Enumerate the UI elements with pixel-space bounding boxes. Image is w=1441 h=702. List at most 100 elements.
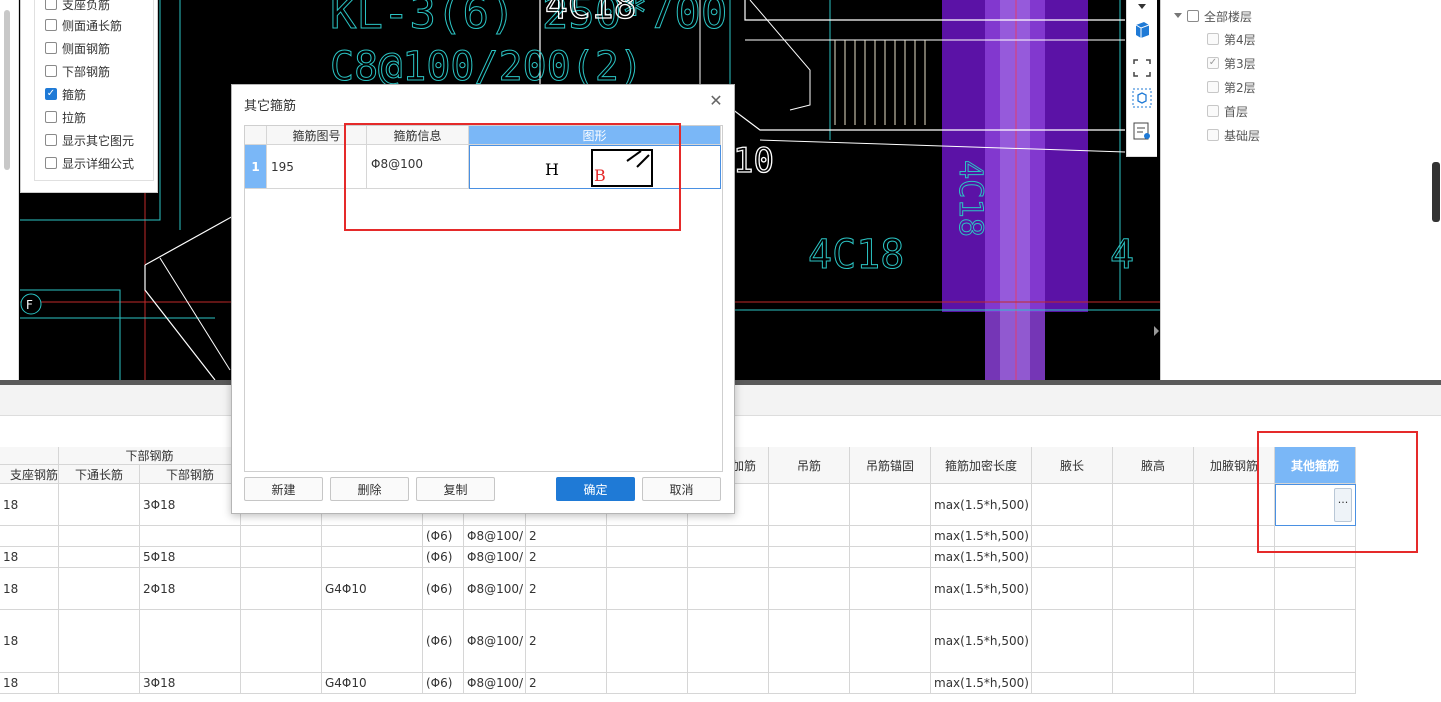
grid-cell[interactable]: Φ8@100/ xyxy=(464,526,526,547)
checkbox-tie-rebar[interactable] xyxy=(45,111,57,123)
grid-cell[interactable] xyxy=(607,673,688,694)
grid-cell[interactable]: G4Φ10 xyxy=(322,568,423,610)
checkbox-all-floors[interactable] xyxy=(1187,10,1199,22)
grid-cell[interactable]: (Φ6) xyxy=(423,526,464,547)
option-side-through-rebar[interactable]: 侧面通长筋 xyxy=(45,15,122,35)
checkbox-floor-4[interactable] xyxy=(1207,33,1219,45)
cancel-button[interactable]: 取消 xyxy=(642,477,721,501)
checkbox-floor-foundation[interactable] xyxy=(1207,129,1219,141)
expand-arrow-icon[interactable] xyxy=(1173,11,1183,21)
grid-cell[interactable] xyxy=(688,610,769,673)
option-bottom-rebar[interactable]: 下部钢筋 xyxy=(45,61,110,81)
grid-cell[interactable] xyxy=(241,610,322,673)
grid-cell[interactable] xyxy=(1275,568,1356,610)
close-icon[interactable]: ✕ xyxy=(708,93,724,109)
grid-cell[interactable]: 2 xyxy=(526,526,607,547)
grid-cell[interactable]: 2Φ18 xyxy=(140,568,241,610)
grid-cell[interactable]: max(1.5*h,500) xyxy=(931,610,1032,673)
grid-cell[interactable] xyxy=(607,526,688,547)
floor-panel-scroll-thumb[interactable] xyxy=(1432,162,1440,222)
new-button[interactable]: 新建 xyxy=(244,477,323,501)
grid-cell[interactable] xyxy=(322,526,423,547)
row-index[interactable]: 1 xyxy=(245,145,267,189)
grid-cell[interactable]: (Φ6) xyxy=(423,568,464,610)
checkbox-side-rebar[interactable] xyxy=(45,42,57,54)
left-scrollbar[interactable] xyxy=(0,0,19,380)
grid-cell[interactable] xyxy=(769,526,850,547)
grid-cell[interactable]: (Φ6) xyxy=(423,673,464,694)
grid-cell[interactable]: 3Φ18 xyxy=(140,484,241,526)
grid-cell[interactable]: max(1.5*h,500) xyxy=(931,547,1032,568)
view-3d-icon[interactable] xyxy=(1130,86,1154,110)
grid-cell[interactable] xyxy=(769,484,850,526)
grid-cell[interactable] xyxy=(1194,610,1275,673)
grid-cell[interactable] xyxy=(241,568,322,610)
grid-cell[interactable]: 18 xyxy=(0,547,59,568)
grid-cell[interactable] xyxy=(59,568,140,610)
grid-cell[interactable]: 2 xyxy=(526,547,607,568)
grid-cell[interactable]: 18 xyxy=(0,610,59,673)
grid-cell[interactable] xyxy=(850,547,931,568)
grid-cell[interactable] xyxy=(688,547,769,568)
floor-item-3[interactable]: ✓ 第3层 xyxy=(1207,53,1256,73)
grid-cell[interactable]: G4Φ10 xyxy=(322,673,423,694)
select-frame-icon[interactable] xyxy=(1130,56,1154,80)
grid-cell[interactable]: (Φ6) xyxy=(423,547,464,568)
checkbox-stirrup-checked[interactable]: ✓ xyxy=(45,88,57,100)
grid-cell[interactable] xyxy=(140,610,241,673)
floor-item-foundation[interactable]: 基础层 xyxy=(1207,125,1260,145)
grid-cell[interactable] xyxy=(1032,568,1113,610)
grid-cell[interactable]: Φ8@100/ xyxy=(464,568,526,610)
grid-cell[interactable] xyxy=(322,610,423,673)
grid-cell[interactable] xyxy=(1194,568,1275,610)
grid-cell[interactable] xyxy=(1032,547,1113,568)
option-tie-rebar[interactable]: 拉筋 xyxy=(45,107,86,127)
checkbox-floor-2[interactable] xyxy=(1207,81,1219,93)
grid-cell[interactable] xyxy=(1113,526,1194,547)
grid-cell[interactable] xyxy=(850,673,931,694)
option-support-neg-rebar[interactable]: 支座负筋 xyxy=(45,0,110,14)
grid-cell[interactable] xyxy=(850,484,931,526)
grid-cell[interactable] xyxy=(1032,526,1113,547)
grid-cell[interactable] xyxy=(241,526,322,547)
checkbox-show-other-elements[interactable] xyxy=(45,134,57,146)
copy-button[interactable]: 复制 xyxy=(416,477,495,501)
grid-cell[interactable] xyxy=(769,673,850,694)
option-stirrup[interactable]: ✓ 箍筋 xyxy=(45,84,86,104)
grid-cell[interactable] xyxy=(241,673,322,694)
grid-cell[interactable]: Φ8@100/ xyxy=(464,547,526,568)
grid-cell[interactable]: max(1.5*h,500) xyxy=(931,568,1032,610)
checkbox-show-detail-formula[interactable] xyxy=(45,157,57,169)
grid-cell[interactable] xyxy=(0,526,59,547)
option-show-detail-formula[interactable]: 显示详细公式 xyxy=(45,153,134,173)
grid-cell[interactable] xyxy=(1113,547,1194,568)
grid-cell[interactable]: 5Φ18 xyxy=(140,547,241,568)
grid-cell[interactable]: 2 xyxy=(526,568,607,610)
grid-cell[interactable] xyxy=(1113,673,1194,694)
grid-cell[interactable]: max(1.5*h,500) xyxy=(931,484,1032,526)
checkbox-support-neg-rebar[interactable] xyxy=(45,0,57,10)
grid-cell[interactable]: 18 xyxy=(0,484,59,526)
grid-cell[interactable]: 18 xyxy=(0,673,59,694)
grid-cell[interactable]: 18 xyxy=(0,568,59,610)
grid-cell[interactable] xyxy=(59,673,140,694)
list-settings-icon[interactable] xyxy=(1130,119,1154,143)
grid-cell[interactable] xyxy=(1032,610,1113,673)
grid-cell[interactable]: 2 xyxy=(526,673,607,694)
grid-cell[interactable]: max(1.5*h,500) xyxy=(931,526,1032,547)
ok-button[interactable]: 确定 xyxy=(556,477,635,501)
grid-cell[interactable] xyxy=(850,526,931,547)
grid-cell[interactable] xyxy=(59,484,140,526)
grid-cell[interactable] xyxy=(607,610,688,673)
grid-cell[interactable] xyxy=(1275,673,1356,694)
grid-cell[interactable]: (Φ6) xyxy=(423,610,464,673)
grid-cell[interactable] xyxy=(59,526,140,547)
grid-cell[interactable] xyxy=(241,547,322,568)
grid-cell[interactable]: 3Φ18 xyxy=(140,673,241,694)
grid-cell[interactable] xyxy=(59,547,140,568)
grid-cell[interactable] xyxy=(607,547,688,568)
grid-cell[interactable] xyxy=(1113,484,1194,526)
checkbox-floor-3-checked[interactable]: ✓ xyxy=(1207,57,1219,69)
checkbox-floor-ground[interactable] xyxy=(1207,105,1219,117)
grid-cell[interactable] xyxy=(850,568,931,610)
